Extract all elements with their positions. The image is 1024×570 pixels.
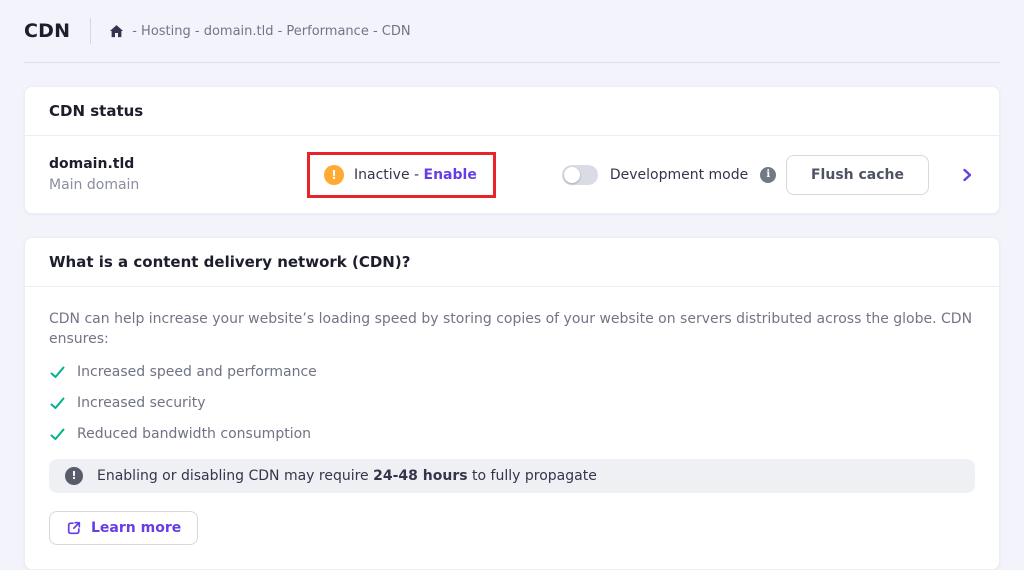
status-separator: -: [414, 167, 419, 183]
benefit-label: Reduced bandwidth consumption: [77, 426, 311, 442]
domain-block: domain.tld Main domain: [49, 156, 307, 193]
check-icon: [49, 426, 66, 443]
cdn-explainer-body: CDN can help increase your website’s loa…: [25, 287, 999, 569]
page-header: CDN - Hosting - domain.tld - Performance…: [0, 0, 1024, 62]
home-icon[interactable]: [109, 24, 124, 39]
domain-name: domain.tld: [49, 156, 307, 172]
check-icon: [49, 395, 66, 412]
status-highlight-annotation: ! Inactive - Enable: [307, 152, 496, 198]
cdn-status-card: CDN status domain.tld Main domain ! Inac…: [24, 86, 1000, 214]
benefit-item: Increased speed and performance: [49, 364, 975, 381]
benefit-label: Increased security: [77, 395, 205, 411]
chevron-right-icon[interactable]: [959, 167, 975, 183]
development-mode-toggle[interactable]: [562, 165, 598, 185]
external-link-icon: [66, 520, 82, 536]
toggle-knob: [564, 167, 580, 183]
breadcrumb-text: - Hosting - domain.tld - Performance - C…: [132, 24, 410, 39]
flush-cache-button[interactable]: Flush cache: [786, 155, 929, 195]
check-icon: [49, 364, 66, 381]
cdn-explainer-card: What is a content delivery network (CDN)…: [24, 237, 1000, 570]
propagation-notice-text: Enabling or disabling CDN may require 24…: [97, 468, 597, 484]
benefit-label: Increased speed and performance: [77, 364, 317, 380]
page-title: CDN: [24, 20, 70, 42]
header-rule: [24, 62, 1000, 63]
benefit-item: Reduced bandwidth consumption: [49, 426, 975, 443]
cdn-status-card-title: CDN status: [25, 87, 999, 136]
status-label: Inactive - Enable: [354, 167, 477, 183]
benefit-item: Increased security: [49, 395, 975, 412]
propagation-notice: ! Enabling or disabling CDN may require …: [49, 459, 975, 493]
warning-icon: !: [324, 165, 344, 185]
cdn-description: CDN can help increase your website’s loa…: [49, 309, 975, 350]
cdn-explainer-title: What is a content delivery network (CDN)…: [25, 238, 999, 287]
propagation-duration: 24-48 hours: [373, 468, 467, 484]
learn-more-button[interactable]: Learn more: [49, 511, 198, 545]
cdn-status-row: domain.tld Main domain ! Inactive - Enab…: [25, 136, 999, 213]
header-divider: [90, 18, 91, 44]
alert-icon: !: [65, 467, 83, 485]
learn-more-label: Learn more: [91, 520, 181, 536]
breadcrumb: - Hosting - domain.tld - Performance - C…: [109, 24, 410, 39]
enable-link[interactable]: Enable: [424, 167, 477, 183]
domain-subtitle: Main domain: [49, 177, 307, 193]
development-mode-group: Development mode i: [562, 165, 776, 185]
info-icon[interactable]: i: [760, 167, 776, 183]
development-mode-label: Development mode: [610, 167, 748, 183]
